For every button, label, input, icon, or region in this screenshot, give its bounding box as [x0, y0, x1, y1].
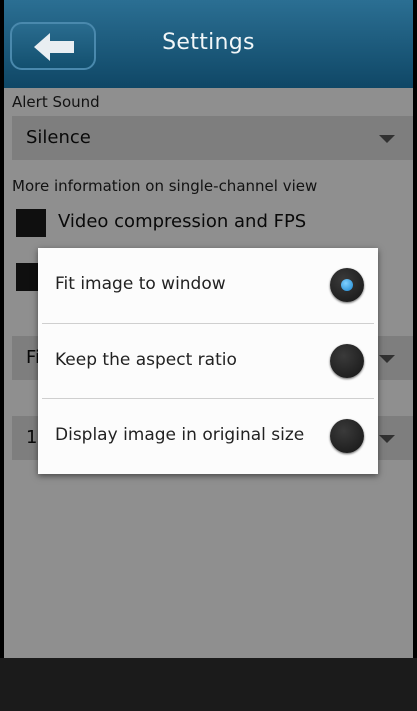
radio-unselected-icon[interactable] [330, 344, 364, 378]
radio-dot-icon [341, 279, 353, 291]
option-fit-image[interactable]: Fit image to window [38, 248, 378, 322]
display-mode-dialog: Fit image to window Keep the aspect rati… [38, 248, 378, 474]
option-label: Display image in original size [55, 425, 305, 445]
option-label: Fit image to window [55, 274, 226, 294]
app-header: Settings [4, 0, 413, 88]
page-title: Settings [162, 30, 255, 55]
option-keep-aspect[interactable]: Keep the aspect ratio [38, 324, 378, 398]
option-label: Keep the aspect ratio [55, 350, 237, 370]
radio-selected-icon[interactable] [330, 268, 364, 302]
radio-unselected-icon[interactable] [330, 419, 364, 453]
option-original-size[interactable]: Display image in original size [38, 399, 378, 473]
system-nav-bar [0, 658, 417, 711]
